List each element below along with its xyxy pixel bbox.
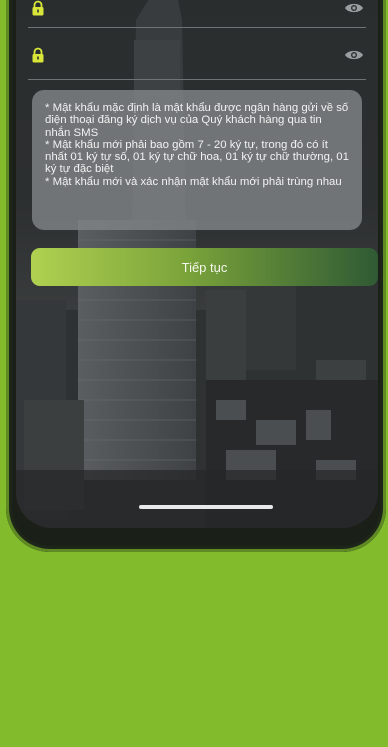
confirm-password-field[interactable] [28,31,366,80]
note-line: * Mật khẩu mới phải bao gồm 7 - 20 ký tự… [45,138,349,176]
eye-icon[interactable] [344,48,364,62]
note-line: * Mật khẩu mặc định là mật khẩu được ngâ… [45,102,349,139]
new-password-input[interactable] [56,0,334,16]
app-screen: * Mật khẩu mặc định là mật khẩu được ngâ… [16,0,378,528]
continue-button[interactable]: Tiếp tục [31,248,378,286]
lock-icon [32,47,44,63]
new-password-field[interactable] [28,0,366,28]
lock-icon [32,0,44,15]
phone-frame: * Mật khẩu mặc định là mật khẩu được ngâ… [6,0,386,552]
confirm-password-input[interactable] [56,47,334,63]
password-requirements-note: * Mật khẩu mặc định là mật khẩu được ngâ… [32,90,362,230]
eye-icon[interactable] [344,1,364,15]
home-indicator[interactable] [139,505,273,509]
note-line: * Mật khẩu mới và xác nhận mật khẩu mới … [45,175,342,188]
